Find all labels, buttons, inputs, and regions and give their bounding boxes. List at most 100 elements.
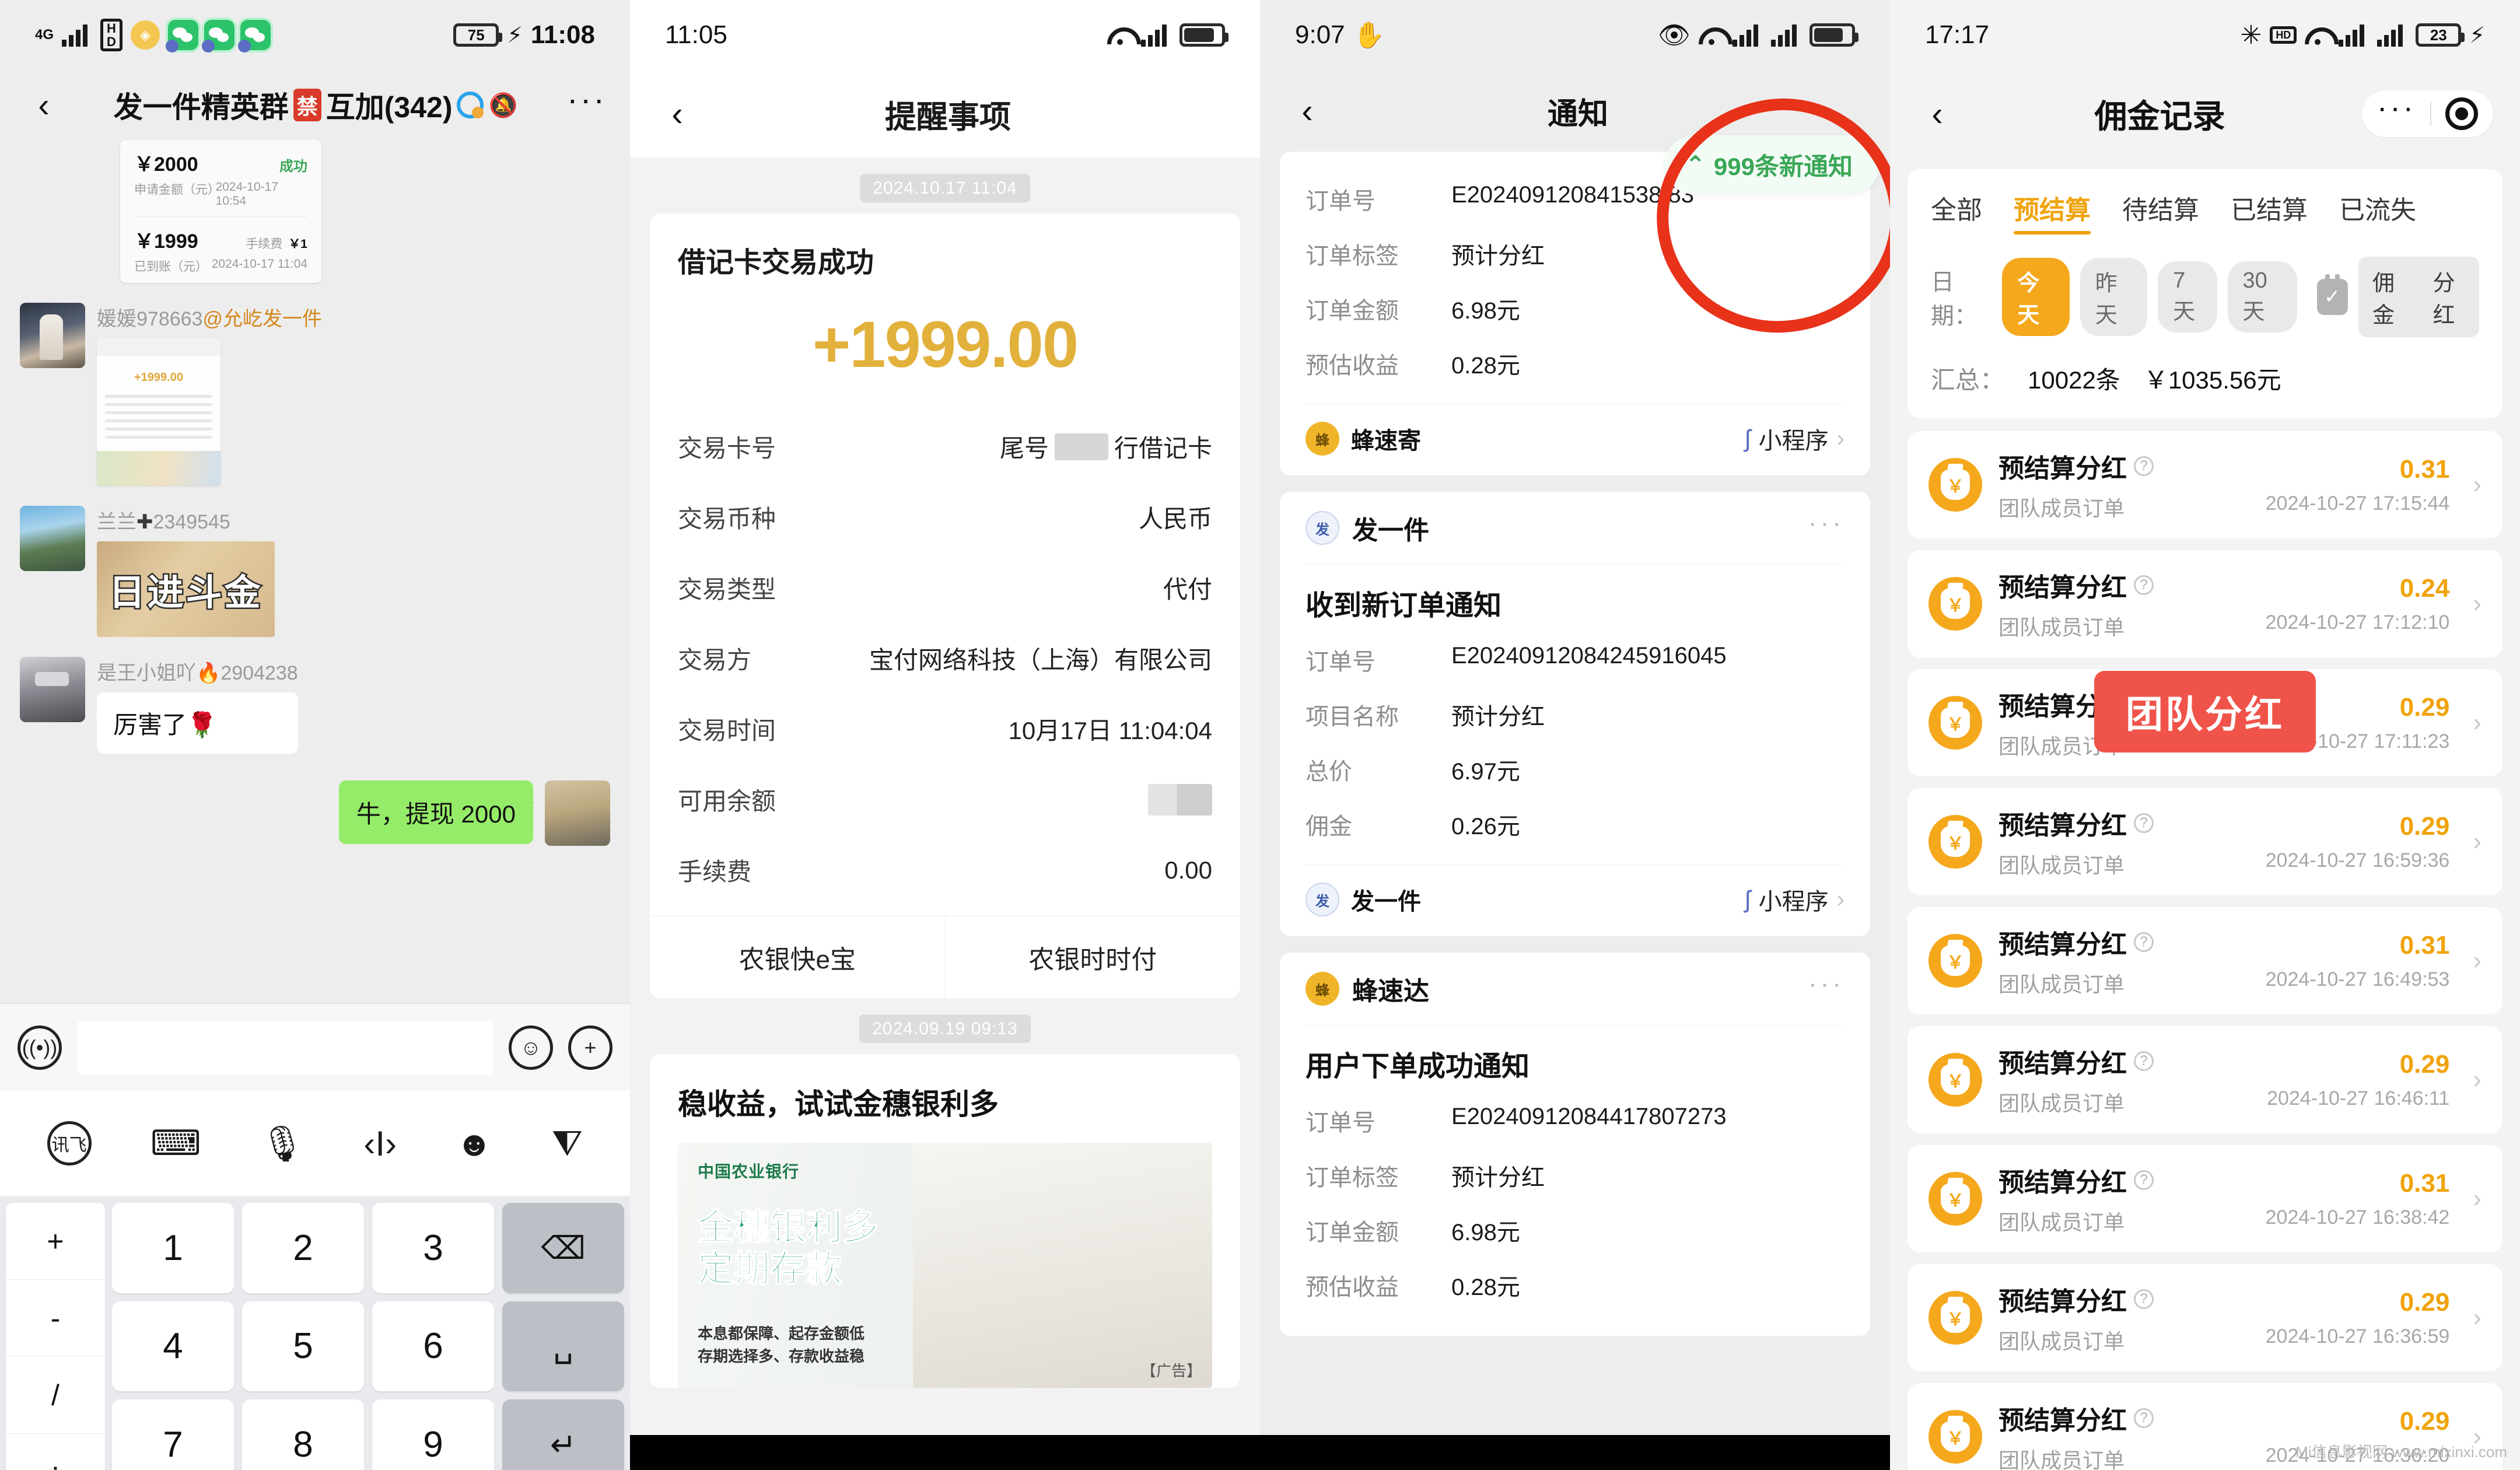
new-notifications-pill[interactable]: ⌃ 999条新通知: [1664, 135, 1880, 194]
date-pill-today[interactable]: 今天: [2002, 258, 2070, 336]
help-icon[interactable]: ?: [2134, 1289, 2154, 1309]
mic-icon[interactable]: 🎙: [260, 1123, 304, 1164]
message-image-screenshot[interactable]: +1999.00: [97, 338, 220, 486]
miniprogram-link[interactable]: ʃ 小程序 ›: [1745, 883, 1845, 916]
miniprogram-capsule[interactable]: ···: [2362, 90, 2493, 137]
record-row[interactable]: ￥ 预结算分红? 团队成员订单 0.29 2024-10-27 16:59:36…: [1908, 788, 2502, 895]
detail-row: 交易币种 人民币: [678, 482, 1212, 552]
help-icon[interactable]: ?: [2134, 932, 2154, 952]
message-bubble-incoming[interactable]: 厉害了🌹: [96, 692, 298, 754]
avatar-self[interactable]: [545, 780, 610, 846]
key-7[interactable]: 7: [112, 1399, 234, 1470]
key-2[interactable]: 2: [242, 1203, 364, 1293]
charging-icon: ⚡: [2469, 23, 2485, 48]
help-icon[interactable]: ?: [2134, 456, 2154, 476]
key-8[interactable]: 8: [242, 1399, 364, 1470]
numeric-keyboard[interactable]: + - / : @ 1 2 3 ⌫ 4 5 6 ␣ 7 8 9 ↵ , 0: [0, 1196, 630, 1470]
tab-lost[interactable]: 已流失: [2339, 189, 2416, 235]
wifi-icon: [1107, 25, 1133, 45]
message-sticker[interactable]: 日进斗金: [97, 541, 275, 637]
type-segment[interactable]: 佣金 分红: [2358, 257, 2480, 337]
cursor-move-icon[interactable]: ‹I›: [363, 1124, 397, 1164]
receipt-status: 成功: [279, 159, 307, 174]
keyboard-icon[interactable]: ⌨: [150, 1123, 201, 1164]
notif-more-button[interactable]: ···: [1808, 971, 1845, 999]
record-title: 预结算分红: [1999, 573, 2127, 602]
chat-more-button[interactable]: ···: [567, 82, 607, 117]
masked-value: [1054, 433, 1108, 460]
back-button[interactable]: ‹: [1917, 94, 1958, 134]
record-row[interactable]: ￥ 预结算分红? 团队成员订单 0.31 2024-10-27 16:38:42…: [1908, 1145, 2502, 1252]
help-icon[interactable]: ?: [2134, 1170, 2154, 1190]
message-bubble-outgoing[interactable]: 牛，提现 2000: [338, 780, 535, 844]
notification-card[interactable]: 蜂 蜂速达 ··· 用户下单成功通知 订单号 E2024091208441780…: [1280, 953, 1870, 1336]
clock-label: 11:08: [530, 20, 595, 49]
record-row[interactable]: ￥ 预结算分红? 团队成员订单 0.31 2024-10-27 16:49:53…: [1908, 907, 2502, 1014]
symbol-column[interactable]: + - / : @: [6, 1203, 105, 1470]
key-9[interactable]: 9: [372, 1399, 494, 1470]
segment-dividend[interactable]: 分红: [2418, 257, 2479, 337]
key-minus[interactable]: -: [6, 1280, 105, 1357]
action-button-kuaiebao[interactable]: 农银快e宝: [650, 916, 945, 998]
calendar-icon[interactable]: ✓: [2316, 274, 2348, 315]
miniprogram-link[interactable]: ʃ 小程序 ›: [1745, 422, 1845, 456]
key-6[interactable]: 6: [372, 1301, 494, 1391]
notif-footer[interactable]: 发 发一件 ʃ 小程序 ›: [1306, 864, 1845, 936]
emoji-icon[interactable]: ☺: [509, 1025, 553, 1070]
avatar[interactable]: [20, 303, 85, 368]
key-slash[interactable]: /: [6, 1357, 105, 1434]
ime-logo-icon[interactable]: 讯飞: [47, 1121, 92, 1166]
help-icon[interactable]: ?: [2134, 575, 2154, 595]
collapse-keyboard-icon[interactable]: ⧨: [552, 1123, 583, 1164]
date-pill-30days[interactable]: 30天: [2227, 261, 2297, 332]
tab-all[interactable]: 全部: [1931, 189, 1982, 235]
notification-card[interactable]: 发 发一件 ··· 收到新订单通知 订单号 E20240912084245916…: [1280, 492, 1870, 936]
notif-footer[interactable]: 蜂 蜂速寄 ʃ 小程序 ›: [1306, 404, 1845, 475]
key-backspace[interactable]: ⌫: [502, 1203, 624, 1293]
emoji-icon[interactable]: ☻: [456, 1124, 492, 1164]
notif-row: 预估收益 0.28元: [1306, 1258, 1845, 1312]
close-miniprogram-icon[interactable]: [2445, 97, 2478, 130]
record-row[interactable]: ￥ 预结算分红? 团队成员订单 0.29 2024-10-27 16:36:59…: [1908, 1264, 2502, 1371]
detail-key: 交易卡号: [678, 435, 776, 462]
record-row[interactable]: ￥ 预结算分红? 团队成员订单 0.29 2024-10-27 16:46:11…: [1908, 1026, 2502, 1133]
voice-input-icon[interactable]: ((•)): [18, 1025, 62, 1070]
key-colon[interactable]: :: [6, 1434, 105, 1470]
action-button-shishifu[interactable]: 农银时时付: [944, 916, 1241, 998]
record-subtitle: 团队成员订单: [1999, 853, 2125, 877]
notif-more-button[interactable]: ···: [1808, 510, 1845, 538]
record-row[interactable]: ￥ 预结算分红? 团队成员订单 0.31 2024-10-27 17:15:44…: [1908, 431, 2502, 538]
key-1[interactable]: 1: [112, 1203, 234, 1293]
segment-commission[interactable]: 佣金: [2358, 257, 2419, 337]
tab-pending-settlement[interactable]: 待结算: [2122, 189, 2199, 235]
add-more-icon[interactable]: +: [568, 1025, 612, 1070]
back-button[interactable]: ‹: [23, 86, 64, 125]
message-input[interactable]: [77, 1020, 494, 1074]
key-3[interactable]: 3: [372, 1203, 494, 1293]
key-plus[interactable]: +: [6, 1203, 105, 1280]
transaction-card[interactable]: 借记卡交易成功 +1999.00 交易卡号 尾号 行借记卡 交易币种 人民币 交…: [650, 214, 1240, 998]
help-icon[interactable]: ?: [2134, 1408, 2154, 1428]
tab-settled[interactable]: 已结算: [2231, 189, 2308, 235]
bank-ad-card[interactable]: 稳收益，试试金穗银利多 中国农业银行 金穗银利多 定期存款 本息都保障、起存金额…: [650, 1054, 1240, 1388]
ad-image[interactable]: 中国农业银行 金穗银利多 定期存款 本息都保障、起存金额低 存期选择多、存款收益…: [678, 1143, 1212, 1388]
record-row[interactable]: ￥ 预结算分红? 团队成员订单 0.24 2024-10-27 17:12:10…: [1908, 550, 2502, 657]
avatar[interactable]: [20, 506, 85, 571]
status-right-icons: 👁: [1658, 20, 1859, 50]
date-pill-7days[interactable]: 7天: [2158, 261, 2217, 332]
chat-message-list[interactable]: ￥2000 成功 申请金额（元） 2024-10-17 10:54 ￥1999 …: [0, 140, 630, 1003]
status-tabs[interactable]: 全部 预结算 待结算 已结算 已流失: [1931, 189, 2479, 235]
tab-pre-settlement[interactable]: 预结算: [2014, 189, 2091, 235]
key-4[interactable]: 4: [112, 1301, 234, 1391]
notification-card[interactable]: 订单号 E202409120841538 83 订单标签 预计分红 订单金额 6…: [1280, 152, 1870, 475]
withdraw-receipt-card[interactable]: ￥2000 成功 申请金额（元） 2024-10-17 10:54 ￥1999 …: [120, 140, 321, 283]
date-pill-yesterday[interactable]: 昨天: [2080, 258, 2148, 336]
key-newline[interactable]: ↵: [502, 1399, 624, 1470]
help-icon[interactable]: ?: [2134, 1051, 2154, 1071]
menu-dots-icon[interactable]: ···: [2377, 93, 2416, 127]
number-grid[interactable]: 1 2 3 ⌫ 4 5 6 ␣ 7 8 9 ↵ , 0 . ⏎: [112, 1203, 624, 1470]
avatar[interactable]: [20, 657, 85, 722]
help-icon[interactable]: ?: [2134, 813, 2154, 833]
key-5[interactable]: 5: [242, 1301, 364, 1391]
key-space[interactable]: ␣: [502, 1301, 624, 1391]
